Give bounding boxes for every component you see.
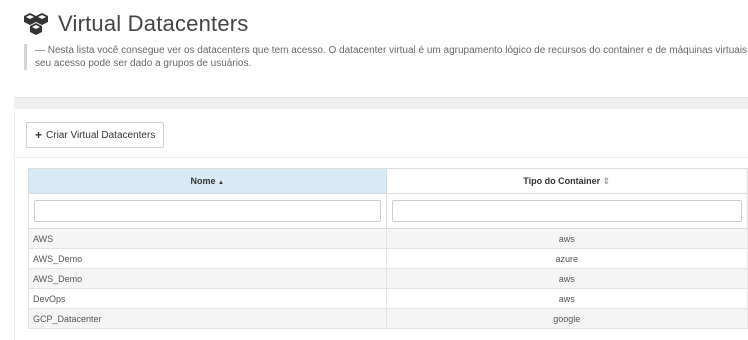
cell-type: google xyxy=(385,308,748,329)
sort-icon: ⇕ xyxy=(602,175,611,186)
filter-cell-tipo xyxy=(385,193,748,229)
cell-name: AWS_Demo xyxy=(28,268,387,289)
cubes-icon xyxy=(24,13,48,35)
table-row[interactable]: AWS_Demo aws xyxy=(28,268,748,289)
table-row[interactable]: AWS_Demo azure xyxy=(28,248,748,269)
cell-type: azure xyxy=(385,248,748,269)
column-header-label: Tipo do Container xyxy=(523,175,601,186)
page-title: Virtual Datacenters xyxy=(58,11,249,36)
toolbar-divider xyxy=(14,157,748,158)
cell-type: aws xyxy=(385,228,748,249)
filter-input-tipo[interactable] xyxy=(391,200,742,222)
create-virtual-datacenter-button[interactable]: + Criar Virtual Datacenters xyxy=(26,122,165,148)
cell-name: DevOps xyxy=(28,288,387,309)
cell-name: AWS_Demo xyxy=(28,248,387,269)
column-header-label: Nome xyxy=(190,176,216,186)
cell-name: GCP_Datacenter xyxy=(28,308,387,329)
column-header-nome[interactable]: Nome ▲ xyxy=(28,168,387,194)
datacenters-table: Nome ▲ Tipo do Container ⇕ AWS aws AWS_D… xyxy=(28,168,748,329)
cell-type: aws xyxy=(385,268,748,289)
table-row[interactable]: DevOps aws xyxy=(28,288,748,309)
cell-type: aws xyxy=(385,288,748,309)
table-row[interactable]: AWS aws xyxy=(28,228,748,249)
filter-cell-nome xyxy=(28,193,387,229)
page-header: Virtual Datacenters xyxy=(22,8,748,40)
table-row[interactable]: GCP_Datacenter google xyxy=(28,308,748,329)
plus-icon: + xyxy=(35,128,43,142)
column-header-tipo-container[interactable]: Tipo do Container ⇕ xyxy=(385,168,748,194)
filter-input-nome[interactable] xyxy=(34,200,381,222)
cell-name: AWS xyxy=(28,228,387,249)
create-button-label: Criar Virtual Datacenters xyxy=(46,129,156,141)
sort-ascending-icon: ▲ xyxy=(218,180,224,186)
page-description: — Nesta lista você consegue ver os datac… xyxy=(24,44,748,70)
